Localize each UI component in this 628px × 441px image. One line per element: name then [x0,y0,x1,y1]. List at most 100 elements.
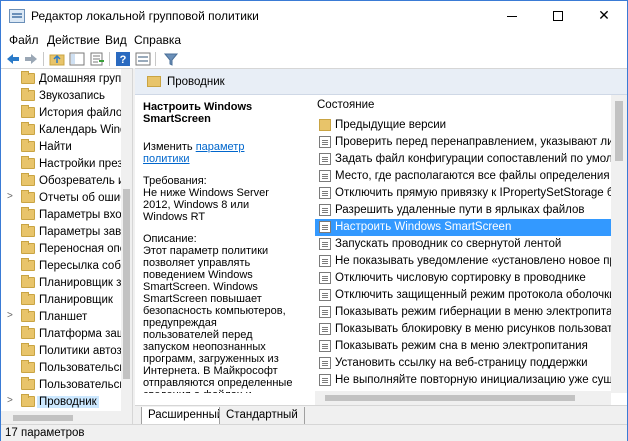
status-bar: 17 параметров [1,424,627,441]
tree-item[interactable]: Домашняя группа [1,71,121,88]
tree-item[interactable]: Найти [1,139,121,156]
menu-file[interactable]: Файл [9,33,39,47]
pane-header: Проводник [135,69,627,95]
tree-item-label: Настройки презентации [39,158,121,170]
menu-view[interactable]: Вид [105,33,127,47]
expand-arrow-icon[interactable]: > [7,310,13,321]
scrollbar-thumb[interactable] [615,101,623,161]
tree-item-label: Отчеты об ошибках [39,192,121,204]
setting-row[interactable]: Проверить перед перенаправлением, указыв… [315,134,615,151]
requirements-text: Не ниже Windows Server 2012, Windows 8 и… [143,187,269,223]
setting-row-label: Место, где располагаются все файлы опред… [335,170,615,182]
tree-item-label: Параметры входа [39,209,121,221]
setting-row[interactable]: Не выполняйте повторную инициализацию уж… [315,372,615,389]
minimize-icon [507,15,517,17]
list-horizontal-scrollbar[interactable] [315,391,611,405]
tree-item-label: Календарь Windows [39,124,121,136]
scrollbar-thumb[interactable] [123,189,130,379]
scrollbar-thumb[interactable] [325,395,575,401]
tree-item-label: Переносная операционная [39,243,121,255]
folder-icon [21,275,35,288]
tree-item[interactable]: Пересылка событий [1,258,121,275]
setting-row[interactable]: Место, где располагаются все файлы опред… [315,168,615,185]
policy-setting-icon [319,289,331,301]
setting-row-label: Не выполняйте повторную инициализацию уж… [335,374,615,386]
policy-setting-icon [319,323,331,335]
properties-icon[interactable] [135,51,151,67]
app-icon [9,9,25,23]
setting-row[interactable]: Настроить Windows SmartScreen [315,219,615,236]
title-bar[interactable]: Редактор локальной групповой политики ✕ [1,1,627,31]
tree-item[interactable]: Переносная операционная [1,241,121,258]
setting-row[interactable]: Показывать режим сна в меню электропитан… [315,338,615,355]
export-list-icon[interactable] [89,51,105,67]
list-vertical-scrollbar[interactable] [611,95,627,393]
maximize-button[interactable] [535,1,581,31]
close-button[interactable]: ✕ [581,1,627,31]
setting-row-label: Отключить прямую привязку к IPropertySet… [335,187,615,199]
tree-item-label: Пересылка событий [39,260,121,272]
tree-item-label: Пользовательский [39,379,121,391]
tree-item[interactable]: Параметры входа [1,207,121,224]
tree-item[interactable]: Звукозапись [1,88,121,105]
setting-row-label: Показывать режим сна в меню электропитан… [335,340,588,352]
status-text: 17 параметров [5,427,85,439]
expand-arrow-icon[interactable]: > [7,191,13,202]
back-arrow-icon[interactable] [5,51,21,67]
tab-extended[interactable]: Расширенный [141,407,231,425]
scrollbar-thumb[interactable] [13,415,73,421]
setting-row-label: Показывать блокировку в меню рисунков по… [335,323,615,335]
setting-row[interactable]: Установить ссылку на веб-страницу поддер… [315,355,615,372]
setting-row[interactable]: Показывать режим гибернации в меню элект… [315,304,615,321]
requirements-label: Требования: [143,175,207,187]
expand-arrow-icon[interactable]: > [7,395,13,406]
tree-item[interactable]: > Планшет [1,309,121,326]
tree-item-label: История файлов [39,107,121,119]
tree-item[interactable]: История файлов [1,105,121,122]
navigation-tree: Домашняя группа Звукозапись История файлов… [1,68,133,424]
setting-row[interactable]: Показывать блокировку в меню рисунков по… [315,321,615,338]
tree-item[interactable]: Пользовательский [1,377,121,394]
tree-item-label: Звукозапись [39,90,106,102]
setting-row[interactable]: Отключить прямую привязку к IPropertySet… [315,185,615,202]
tree-item-label: Политики автозапуска [39,345,121,357]
toolbar-separator [43,52,44,66]
menu-help[interactable]: Справка [134,33,181,47]
up-folder-icon[interactable] [49,51,65,67]
tree-vertical-scrollbar[interactable] [121,69,132,424]
setting-row[interactable]: Не показывать уведомление «установлено н… [315,253,615,270]
minimize-button[interactable] [489,1,535,31]
menu-action[interactable]: Действие [47,33,100,47]
tree-horizontal-scrollbar[interactable] [1,411,121,424]
setting-row-label: Отключить числовую сортировку в проводни… [335,272,586,284]
help-icon[interactable]: ? [115,51,131,67]
tree-item[interactable]: Календарь Windows [1,122,121,139]
setting-row[interactable]: Разрешить удаленные пути в ярлыках файло… [315,202,615,219]
setting-row[interactable]: Предыдущие версии [315,117,615,134]
setting-row[interactable]: Задать файл конфигурации сопоставлений п… [315,151,615,168]
setting-row-label: Отключить защищенный режим протокола обо… [335,289,615,301]
setting-row[interactable]: Отключить защищенный режим протокола обо… [315,287,615,304]
tree-item[interactable]: > Проводник [1,394,121,411]
tree-item[interactable]: Параметры завершения [1,224,121,241]
tab-standard[interactable]: Стандартный [219,407,305,425]
tree-item[interactable]: > Отчеты об ошибках [1,190,121,207]
forward-arrow-icon[interactable] [23,51,39,67]
setting-row[interactable]: Запускать проводник со свернутой лентой [315,236,615,253]
tree-item[interactable]: Пользовательский [1,360,121,377]
setting-row[interactable]: Отключить числовую сортировку в проводни… [315,270,615,287]
tree-item[interactable]: Настройки презентации [1,156,121,173]
policy-setting-icon [319,170,331,182]
toolbar-separator [109,52,110,66]
column-header-state[interactable]: Состояние [317,99,374,111]
show-hide-tree-icon[interactable] [69,51,85,67]
tree-item[interactable]: Политики автозапуска [1,343,121,360]
tree-item[interactable]: Планировщик [1,292,121,309]
tree-item[interactable]: Обозреватель игр [1,173,121,190]
tree-item[interactable]: Платформа защиты [1,326,121,343]
filter-icon[interactable] [163,51,179,67]
tree-item-label: Пользовательский [39,362,121,374]
tree-item[interactable]: Планировщик заданий [1,275,121,292]
folder-icon [21,309,35,322]
setting-row-label: Настроить Windows SmartScreen [335,221,512,233]
